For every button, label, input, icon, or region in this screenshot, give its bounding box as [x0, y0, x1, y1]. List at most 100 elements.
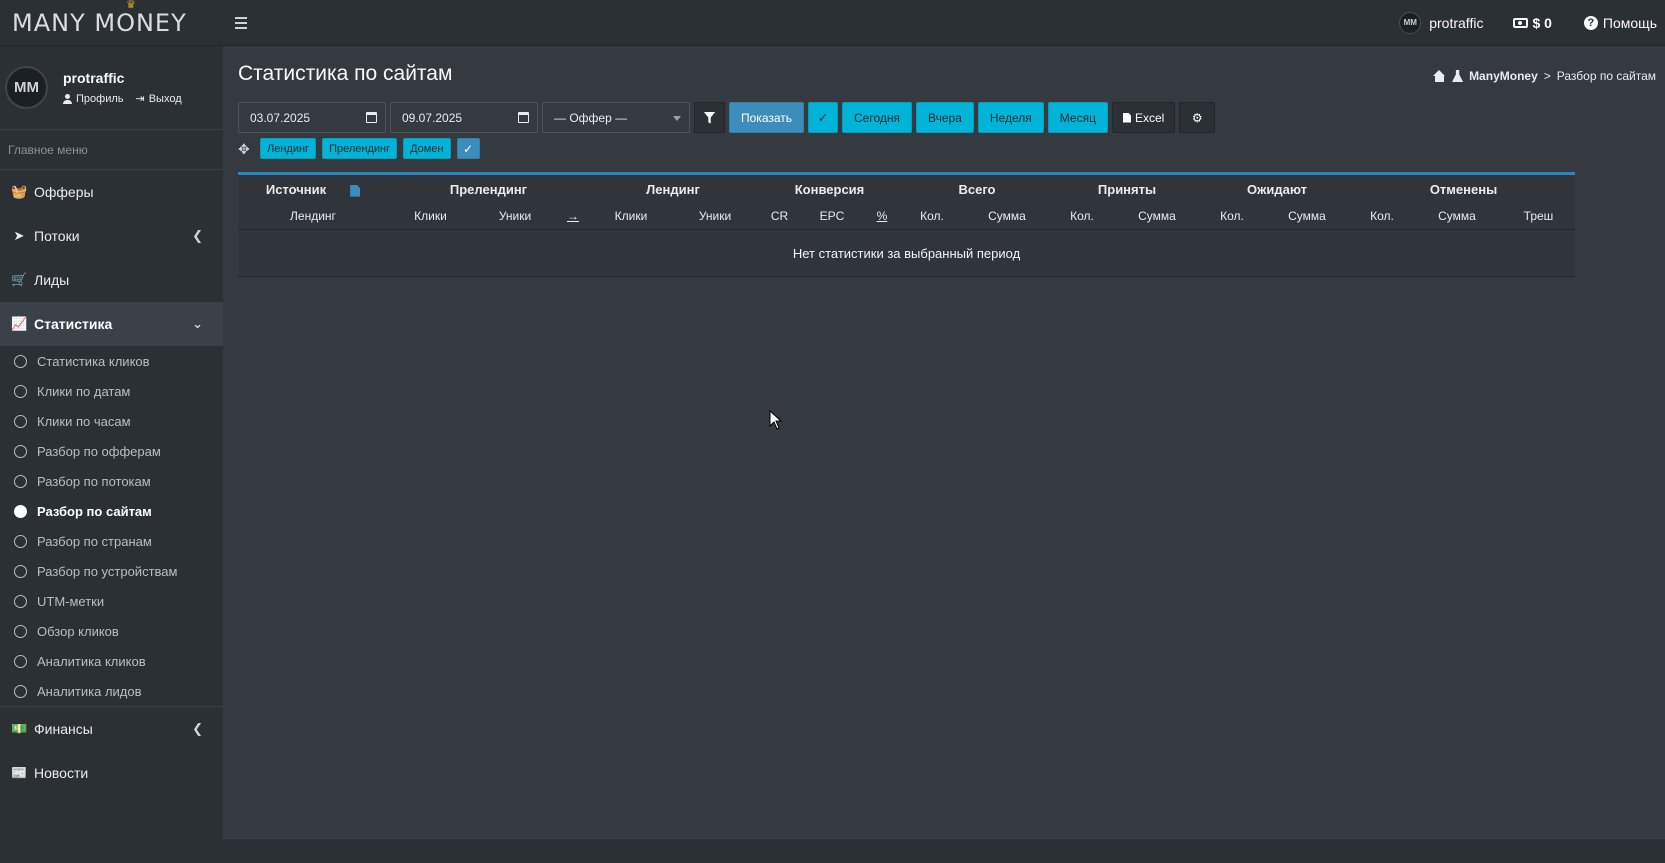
- menu-header: Главное меню: [0, 130, 223, 170]
- offer-select-value: — Оффер —: [554, 110, 628, 125]
- sidebar-item-news[interactable]: 📰 Новости: [0, 751, 223, 795]
- month-button[interactable]: Месяц: [1047, 102, 1108, 133]
- col-total-sum[interactable]: Сумма: [962, 204, 1052, 230]
- sub-item-label: Клики по датам: [37, 383, 131, 399]
- chevron-down-icon: ⌄: [192, 316, 203, 331]
- sub-item-label: Статистика кликов: [37, 353, 150, 369]
- breadcrumb-current: Разбор по сайтам: [1556, 69, 1656, 83]
- col-accepted-sum[interactable]: Сумма: [1112, 204, 1202, 230]
- yesterday-button[interactable]: Вчера: [916, 102, 974, 133]
- settings-button[interactable]: ⚙: [1179, 102, 1216, 133]
- sub-item-label: Разбор по сайтам: [37, 503, 152, 519]
- top-user-menu[interactable]: MM protraffic: [1399, 11, 1483, 34]
- excel-button[interactable]: Excel: [1111, 102, 1176, 133]
- chart-area-icon: 📈: [11, 316, 28, 331]
- col-group-accepted: Приняты: [1097, 182, 1157, 197]
- col-pre-arrow[interactable]: →: [557, 204, 589, 230]
- brand-logo[interactable]: ♛ MANY MONEY: [0, 0, 223, 46]
- home-icon[interactable]: [1433, 70, 1446, 82]
- stats-table: Источник Прелендинг Лендинг Конверсия Вс…: [238, 172, 1575, 277]
- col-pending-count[interactable]: Кол.: [1202, 204, 1262, 230]
- circle-icon: [14, 564, 27, 578]
- group-chip-domain[interactable]: Домен: [403, 138, 451, 159]
- group-chip-prelanding[interactable]: Прелендинг: [322, 138, 398, 159]
- col-pending-sum[interactable]: Сумма: [1262, 204, 1352, 230]
- date-to-input[interactable]: 09.07.2025: [390, 102, 538, 133]
- file-icon: [1122, 112, 1131, 123]
- check-double-icon: ✓: [817, 109, 829, 125]
- sub-item-by-countries[interactable]: Разбор по странам: [0, 526, 223, 556]
- col-trash[interactable]: Треш: [1502, 204, 1575, 230]
- col-land-clicks[interactable]: Клики: [589, 204, 673, 230]
- check-double-button[interactable]: ✓: [808, 102, 839, 133]
- col-pre-uniques[interactable]: Уники: [473, 204, 557, 230]
- col-pre-clicks[interactable]: Клики: [388, 204, 473, 230]
- sub-item-clicks-overview[interactable]: Обзор кликов: [0, 616, 223, 646]
- sub-item-label: Обзор кликов: [37, 623, 119, 639]
- col-percent[interactable]: %: [862, 204, 902, 230]
- caret-down-icon: [673, 116, 681, 121]
- menu-toggle-icon[interactable]: [235, 12, 257, 34]
- circle-icon: [14, 654, 27, 668]
- calendar-icon[interactable]: [518, 112, 529, 123]
- sub-item-clicks-by-hour[interactable]: Клики по часам: [0, 406, 223, 436]
- breadcrumb-root[interactable]: ManyMoney: [1469, 69, 1538, 83]
- offer-select[interactable]: — Оффер —: [542, 102, 690, 133]
- sidebar-item-leads[interactable]: 🛒 Лиды: [0, 258, 223, 302]
- balance[interactable]: $ 0: [1513, 15, 1552, 31]
- sub-item-utm[interactable]: UTM-метки: [0, 586, 223, 616]
- sub-item-click-analytics[interactable]: Аналитика кликов: [0, 646, 223, 676]
- sidebar-item-statistics[interactable]: 📈 Статистика ⌄: [0, 302, 223, 346]
- col-accepted-count[interactable]: Кол.: [1052, 204, 1112, 230]
- arrows-move-icon[interactable]: ✥: [238, 142, 252, 156]
- sub-item-by-sites[interactable]: Разбор по сайтам: [0, 496, 223, 526]
- profile-label: Профиль: [76, 92, 124, 105]
- sub-item-by-devices[interactable]: Разбор по устройствам: [0, 556, 223, 586]
- sub-item-by-offers[interactable]: Разбор по офферам: [0, 436, 223, 466]
- top-navbar: ♛ MANY MONEY MM protraffic $ 0 ? Помощь: [0, 0, 1665, 46]
- sidebar-item-flows[interactable]: ➤ Потоки ❮: [0, 214, 223, 258]
- sub-item-click-stats[interactable]: Статистика кликов: [0, 346, 223, 376]
- col-group-pending: Ожидают: [1247, 182, 1307, 197]
- help-link[interactable]: ? Помощь: [1583, 14, 1657, 31]
- sub-item-label: Клики по часам: [37, 413, 131, 429]
- col-cancelled-sum[interactable]: Сумма: [1412, 204, 1502, 230]
- sidebar-item-label: Новости: [34, 765, 89, 781]
- col-cr[interactable]: CR: [757, 204, 802, 230]
- grouping-bar: ✥ Лендинг Прелендинг Домен ✓: [238, 138, 480, 159]
- page-title: Статистика по сайтам: [238, 62, 453, 85]
- sub-item-by-flows[interactable]: Разбор по потокам: [0, 466, 223, 496]
- help-label: Помощь: [1602, 14, 1657, 31]
- sub-item-clicks-by-date[interactable]: Клики по датам: [0, 376, 223, 406]
- sub-item-label: Разбор по офферам: [37, 443, 161, 459]
- chevron-left-icon: ❮: [192, 228, 203, 243]
- sub-item-label: Разбор по устройствам: [37, 563, 178, 579]
- cart-icon: 🛒: [11, 272, 28, 287]
- paper-plane-icon: ➤: [13, 228, 25, 243]
- sub-item-label: Разбор по странам: [37, 533, 152, 549]
- sidebar-item-finance[interactable]: 💵 Финансы ❮: [0, 707, 223, 751]
- show-button[interactable]: Показать: [729, 102, 805, 133]
- col-group-total: Всего: [958, 182, 996, 197]
- col-cancelled-count[interactable]: Кол.: [1352, 204, 1412, 230]
- col-epc[interactable]: EPC: [802, 204, 862, 230]
- col-total-count[interactable]: Кол.: [902, 204, 962, 230]
- profile-link[interactable]: Профиль: [63, 92, 124, 105]
- file-icon[interactable]: [350, 184, 361, 197]
- sidebar-item-label: Офферы: [34, 184, 94, 200]
- brand-text: MANY MONEY: [12, 8, 187, 37]
- calendar-icon[interactable]: [366, 112, 377, 123]
- col-land-uniques[interactable]: Уники: [673, 204, 757, 230]
- circle-icon: [14, 474, 27, 488]
- money-icon: 💵: [11, 721, 28, 736]
- group-chip-landing[interactable]: Лендинг: [260, 138, 317, 159]
- date-from-input[interactable]: 03.07.2025: [238, 102, 386, 133]
- apply-group-button[interactable]: ✓: [456, 138, 480, 159]
- logout-link[interactable]: ⇥ Выход: [136, 92, 182, 106]
- col-landing[interactable]: Лендинг: [238, 204, 388, 230]
- sub-item-lead-analytics[interactable]: Аналитика лидов: [0, 676, 223, 706]
- today-button[interactable]: Сегодня: [842, 102, 913, 133]
- week-button[interactable]: Неделя: [977, 102, 1044, 133]
- filter-button[interactable]: [694, 102, 725, 133]
- sidebar-item-offers[interactable]: 🧺 Офферы: [0, 170, 223, 214]
